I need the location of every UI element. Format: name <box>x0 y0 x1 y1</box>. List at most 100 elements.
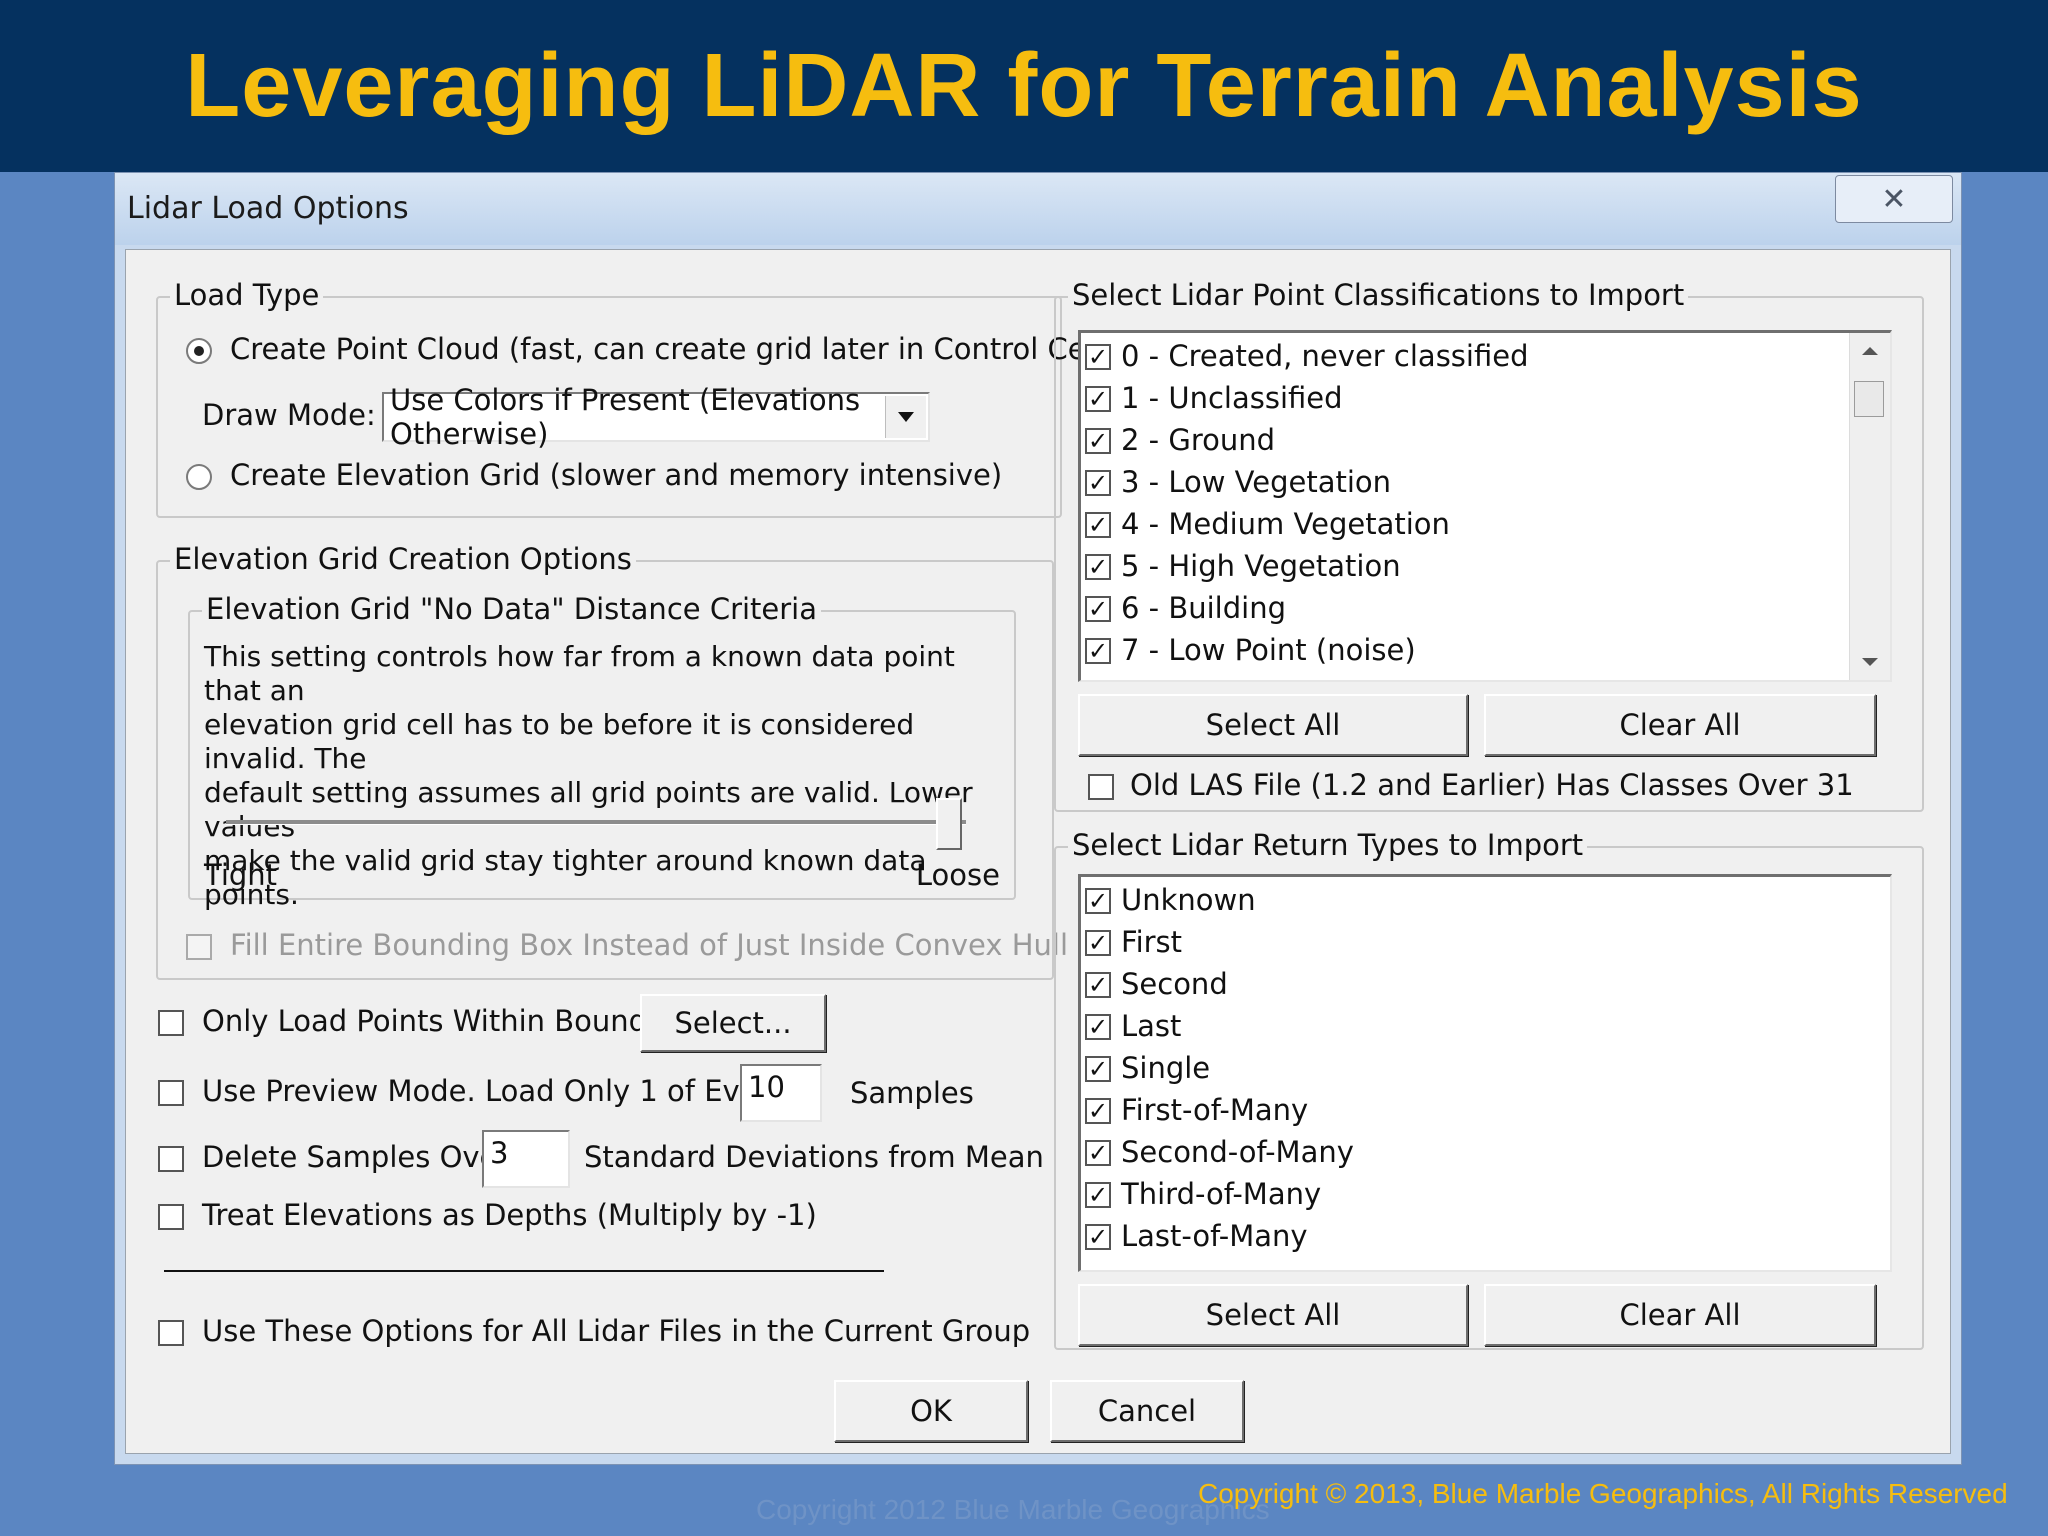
return-types-legend: Select Lidar Return Types to Import <box>1068 828 1588 862</box>
classification-checkbox[interactable]: ✓ <box>1085 470 1111 496</box>
classifications-clear-all-button[interactable]: Clear All <box>1484 694 1876 756</box>
point-cloud-label: Create Point Cloud (fast, can create gri… <box>230 332 1157 366</box>
return-type-checkbox[interactable]: ✓ <box>1085 888 1111 914</box>
elevation-grid-legend: Elevation Grid Creation Options <box>170 542 636 576</box>
draw-mode-dropdown-button[interactable] <box>885 396 926 438</box>
elevation-grid-radio[interactable] <box>186 464 212 490</box>
separator <box>164 1270 884 1272</box>
no-data-description: This setting controls how far from a kno… <box>204 640 1014 912</box>
classification-label: 4 - Medium Vegetation <box>1121 507 1450 541</box>
classification-label: 0 - Created, never classified <box>1121 339 1529 373</box>
return-types-clear-all-button[interactable]: Clear All <box>1484 1284 1876 1346</box>
classifications-scrollbar[interactable] <box>1849 333 1890 680</box>
std-dev-input[interactable]: 3 <box>482 1130 570 1188</box>
fill-bounding-box-checkbox[interactable] <box>186 934 212 960</box>
classification-label: 3 - Low Vegetation <box>1121 465 1392 499</box>
return-type-checkbox[interactable]: ✓ <box>1085 1056 1111 1082</box>
classification-checkbox[interactable]: ✓ <box>1085 428 1111 454</box>
no-data-distance-group: Elevation Grid "No Data" Distance Criter… <box>188 592 1016 911</box>
all-files-checkbox[interactable] <box>158 1320 184 1346</box>
return-type-checkbox[interactable]: ✓ <box>1085 1182 1111 1208</box>
return-type-label: First-of-Many <box>1121 1093 1309 1127</box>
scroll-down-icon[interactable] <box>1862 658 1878 666</box>
return-types-group: Select Lidar Return Types to Import ✓ Unk… <box>1054 828 1924 1350</box>
classification-checkbox[interactable]: ✓ <box>1085 638 1111 664</box>
return-type-checkbox[interactable]: ✓ <box>1085 972 1111 998</box>
preview-mode-label: Use Preview Mode. Load Only 1 of Every <box>202 1074 787 1108</box>
delete-samples-checkbox[interactable] <box>158 1146 184 1172</box>
return-type-label: Last-of-Many <box>1121 1219 1308 1253</box>
return-type-label: Single <box>1121 1051 1211 1085</box>
classification-checkbox[interactable]: ✓ <box>1085 344 1111 370</box>
dialog-title: Lidar Load Options <box>127 191 409 226</box>
description-line: This setting controls how far from a kno… <box>204 640 955 707</box>
cancel-button[interactable]: Cancel <box>1050 1380 1244 1442</box>
return-type-label: Unknown <box>1121 883 1256 917</box>
within-bounds-checkbox[interactable] <box>158 1010 184 1036</box>
classification-label: 1 - Unclassified <box>1121 381 1343 415</box>
old-las-checkbox[interactable] <box>1088 774 1114 800</box>
return-type-label: Last <box>1121 1009 1182 1043</box>
elevation-grid-group: Elevation Grid Creation Options Elevatio… <box>156 542 1068 980</box>
description-line: elevation grid cell has to be before it … <box>204 708 915 775</box>
load-type-legend: Load Type <box>170 278 324 312</box>
scroll-up-icon[interactable] <box>1862 347 1878 355</box>
slider-min-label: Tight <box>204 858 278 892</box>
select-bounds-button[interactable]: Select... <box>640 994 826 1052</box>
return-type-label: Second <box>1121 967 1228 1001</box>
load-type-group: Load Type Create Point Cloud (fast, can … <box>156 278 1156 518</box>
classification-checkbox[interactable]: ✓ <box>1085 596 1111 622</box>
classifications-list[interactable]: ✓ 0 - Created, never classified ✓ 1 - Uncla… <box>1078 330 1892 682</box>
distance-slider-thumb[interactable] <box>936 798 962 850</box>
point-cloud-radio[interactable] <box>186 338 212 364</box>
classification-label: 2 - Ground <box>1121 423 1276 457</box>
close-icon: ✕ <box>1881 181 1907 217</box>
slide-header: Leveraging LiDAR for Terrain Analysis <box>0 0 2048 172</box>
ok-button[interactable]: OK <box>834 1380 1028 1442</box>
preview-mode-suffix: Samples <box>850 1076 974 1110</box>
old-las-label: Old LAS File (1.2 and Earlier) Has Class… <box>1130 768 1854 802</box>
classification-checkbox[interactable]: ✓ <box>1085 554 1111 580</box>
no-data-distance-legend: Elevation Grid "No Data" Distance Criter… <box>202 592 822 626</box>
return-types-select-all-button[interactable]: Select All <box>1078 1284 1468 1346</box>
classification-label: 5 - High Vegetation <box>1121 549 1401 583</box>
description-line: make the valid grid stay tighter around … <box>204 844 927 911</box>
return-type-checkbox[interactable]: ✓ <box>1085 1140 1111 1166</box>
scroll-thumb[interactable] <box>1854 381 1884 417</box>
chevron-down-icon <box>898 412 914 422</box>
return-types-list[interactable]: ✓ Unknown ✓ First ✓ Second ✓ Last ✓ Single ✓ First-… <box>1078 874 1892 1272</box>
classification-checkbox[interactable]: ✓ <box>1085 386 1111 412</box>
preview-sample-input[interactable]: 10 <box>740 1064 822 1122</box>
classifications-legend: Select Lidar Point Classifications to Im… <box>1068 278 1689 312</box>
classification-label: 6 - Building <box>1121 591 1286 625</box>
return-type-label: First <box>1121 925 1183 959</box>
delete-samples-label: Delete Samples Over <box>202 1140 510 1174</box>
distance-slider-track[interactable] <box>226 820 966 825</box>
return-type-checkbox[interactable]: ✓ <box>1085 1014 1111 1040</box>
return-type-label: Third-of-Many <box>1121 1177 1322 1211</box>
return-type-label: Second-of-Many <box>1121 1135 1354 1169</box>
within-bounds-label: Only Load Points Within Bounds <box>202 1004 663 1038</box>
depths-label: Treat Elevations as Depths (Multiply by … <box>202 1198 817 1232</box>
delete-samples-suffix: Standard Deviations from Mean <box>584 1140 1044 1174</box>
classifications-group: Select Lidar Point Classifications to Im… <box>1054 278 1924 812</box>
copyright: Copyright © 2013, Blue Marble Geographic… <box>1198 1478 2008 1509</box>
return-type-checkbox[interactable]: ✓ <box>1085 930 1111 956</box>
close-button[interactable]: ✕ <box>1835 175 1953 223</box>
dialog-client-area: Load Type Create Point Cloud (fast, can … <box>125 249 1951 1454</box>
classifications-select-all-button[interactable]: Select All <box>1078 694 1468 756</box>
preview-mode-checkbox[interactable] <box>158 1080 184 1106</box>
classification-checkbox[interactable]: ✓ <box>1085 512 1111 538</box>
depths-checkbox[interactable] <box>158 1204 184 1230</box>
copyright-ghost: Copyright 2012 Blue Marble Geographics <box>756 1494 1270 1525</box>
dialog-titlebar: Lidar Load Options ✕ <box>115 173 1961 245</box>
draw-mode-select[interactable]: Use Colors if Present (Elevations Otherw… <box>382 383 930 451</box>
return-type-checkbox[interactable]: ✓ <box>1085 1098 1111 1124</box>
draw-mode-label: Draw Mode: <box>202 398 376 432</box>
all-files-label: Use These Options for All Lidar Files in… <box>202 1314 1031 1348</box>
elevation-grid-label: Create Elevation Grid (slower and memory… <box>230 458 1003 492</box>
lidar-load-options-dialog: Lidar Load Options ✕ Load Type Create Po… <box>114 172 1962 1465</box>
slide-title: Leveraging LiDAR for Terrain Analysis <box>185 35 1863 136</box>
classification-label: 7 - Low Point (noise) <box>1121 633 1416 667</box>
return-type-checkbox[interactable]: ✓ <box>1085 1224 1111 1250</box>
